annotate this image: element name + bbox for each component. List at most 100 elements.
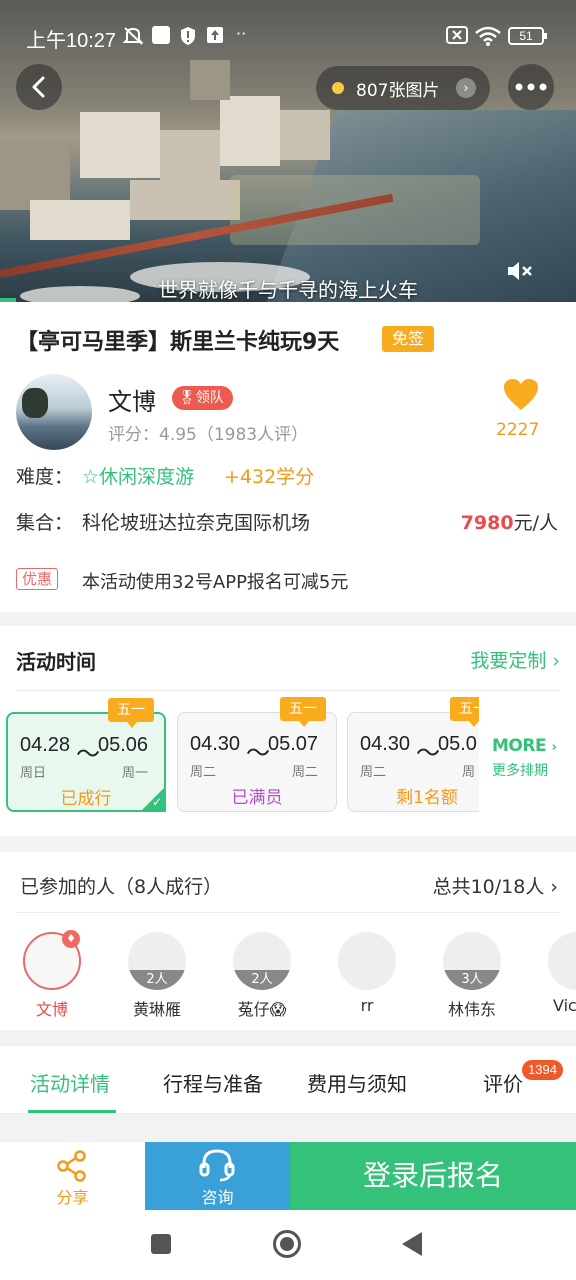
participant[interactable]: 2人 黄琳雁 — [117, 932, 197, 1020]
holiday-tag: 五一 — [450, 697, 479, 727]
hero-gallery[interactable]: 上午10:27 ·· 51 807张图片 › 世界就像千与千寻的海上火车 — [0, 0, 576, 302]
date-option[interactable]: 五一 04.30 ～ 05.07 周二 周二 已满员 — [177, 697, 337, 812]
home-icon[interactable] — [273, 1230, 301, 1258]
participant-avatar — [338, 932, 396, 990]
shield-icon — [180, 26, 196, 46]
back-button[interactable] — [16, 64, 62, 110]
hero-building — [160, 130, 220, 180]
participant-name: 文博 — [35, 1000, 68, 1019]
more-label: MORE — [492, 736, 547, 756]
system-nav-bar — [0, 1210, 576, 1280]
date-end: 05.0 — [438, 733, 477, 755]
participant[interactable]: 2人 菟仔😱 — [222, 932, 302, 1020]
share-icon — [57, 1150, 86, 1182]
date-option[interactable]: 五一 04.28 ～ 05.06 周日 周一 已成行 ✓ — [6, 698, 166, 812]
participant-clip: Vic — [537, 932, 576, 1022]
date-option[interactable]: 五一 04.30 ～ 05.0 周二 周 剩1名额 — [347, 697, 479, 812]
group-count: 3人 — [443, 970, 501, 990]
status-bar: 上午10:27 ·· 51 — [0, 0, 576, 72]
like-count: 2227 — [496, 420, 540, 440]
chevron-circle-icon: › — [551, 740, 557, 755]
back-triangle-icon[interactable] — [402, 1232, 422, 1256]
divider — [0, 1113, 576, 1114]
consult-button[interactable]: 咨询 — [145, 1142, 290, 1210]
participant-name: 黄琳雁 — [132, 1000, 181, 1019]
photo-count-label: 807张图片 — [356, 80, 440, 101]
hero-building — [220, 96, 280, 166]
meet-location: 科伦坡班达拉奈克国际机场 — [82, 512, 311, 534]
participant[interactable]: Vic — [537, 932, 576, 1015]
chevron-right-icon: › — [550, 876, 558, 898]
group-count: 2人 — [233, 970, 291, 990]
more-menu-button[interactable] — [508, 64, 554, 110]
tab-itinerary[interactable]: 行程与准备 — [163, 1068, 263, 1097]
date-status: 剩1名额 — [396, 788, 458, 808]
trip-title: 【亭可马里季】斯里兰卡纯玩9天 — [16, 330, 340, 355]
participant-avatar: 2人 — [233, 932, 291, 990]
hero-building — [80, 112, 160, 178]
action-bar: 分享 咨询 登录后报名 — [0, 1142, 576, 1210]
date-start: 04.30 — [360, 733, 411, 755]
date-end-weekday: 周 — [462, 765, 476, 780]
visa-free-tag: 免签 — [382, 326, 435, 352]
share-button[interactable]: 分享 — [0, 1142, 145, 1210]
recents-icon[interactable] — [151, 1234, 171, 1254]
tab-fees[interactable]: 费用与须知 — [307, 1068, 407, 1097]
date-tilde: ～ — [416, 739, 440, 767]
photo-dot-icon — [332, 82, 344, 94]
upload-icon — [206, 26, 224, 46]
participant-name: 林伟东 — [447, 1000, 496, 1019]
difficulty-points: +432学分 — [224, 466, 315, 488]
tab-details[interactable]: 活动详情 — [30, 1068, 110, 1097]
chevron-right-icon: › — [552, 650, 560, 672]
participants-total-link[interactable]: 总共10/18人 › — [433, 872, 558, 899]
date-end: 05.07 — [268, 733, 319, 755]
detail-tabs: 活动详情 行程与准备 费用与须知 评价 1394 — [0, 1046, 576, 1114]
promo-tag: 优惠 — [16, 568, 59, 590]
heart-icon[interactable] — [503, 378, 539, 419]
hero-building — [130, 180, 240, 220]
hero-building — [280, 110, 330, 160]
leader-avatar[interactable] — [16, 374, 92, 450]
date-start: 04.30 — [190, 733, 241, 755]
notification-icon — [152, 26, 170, 44]
leader-badge: 🎖领队 — [172, 386, 233, 410]
tab-reviews[interactable]: 评价 — [483, 1068, 523, 1097]
leader-name[interactable]: 文博 — [108, 382, 156, 417]
trip-info-card: 【亭可马里季】斯里兰卡纯玩9天 免签 文博 🎖领队 评分：4.95（1983人评… — [0, 302, 576, 612]
hero-caption: 世界就像千与千寻的海上火车 — [158, 278, 418, 302]
sim-off-icon — [446, 26, 468, 46]
more-horizontal-icon — [515, 83, 547, 91]
schedule-title: 活动时间 — [16, 650, 96, 674]
difficulty-value: ☆休闲深度游 — [82, 466, 195, 488]
leader-badge-label: 领队 — [195, 390, 224, 406]
review-count-badge: 1394 — [522, 1060, 563, 1080]
difficulty-label: 难度： — [16, 466, 74, 488]
status-time: 上午10:27 — [26, 30, 117, 52]
participant-name: 菟仔😱 — [237, 1000, 287, 1019]
divider — [16, 912, 560, 913]
headset-icon — [199, 1149, 235, 1182]
leader-fire-icon: ♦ — [62, 930, 80, 948]
promo-text: 本活动使用32号APP报名可减5元 — [82, 572, 349, 593]
wifi-icon — [474, 26, 502, 46]
schedule-section: 活动时间 我要定制 › 五一 04.28 ～ 05.06 周日 周一 已成行 ✓… — [0, 626, 576, 836]
customize-label: 我要定制 — [470, 650, 547, 672]
participant[interactable]: rr — [327, 932, 407, 1015]
chevron-left-icon — [32, 76, 45, 98]
date-end: 05.06 — [98, 734, 149, 756]
participant[interactable]: 文博 — [12, 932, 92, 1020]
date-status: 已满员 — [231, 788, 283, 808]
customize-link[interactable]: 我要定制 › — [470, 646, 560, 673]
signup-button[interactable]: 登录后报名 — [290, 1142, 576, 1210]
hero-building — [30, 200, 130, 240]
hero-ghost-train — [230, 175, 480, 245]
more-dates-button[interactable]: MORE › 更多排期 — [492, 736, 572, 780]
date-end-weekday: 周二 — [292, 765, 319, 780]
participant-avatar: 2人 — [128, 932, 186, 990]
date-start-weekday: 周二 — [360, 765, 387, 780]
photo-count-button[interactable]: 807张图片 › — [316, 66, 490, 110]
more-dots-icon: ·· — [236, 24, 247, 43]
check-icon: ✓ — [151, 795, 162, 809]
participant[interactable]: 3人 林伟东 — [432, 932, 512, 1020]
